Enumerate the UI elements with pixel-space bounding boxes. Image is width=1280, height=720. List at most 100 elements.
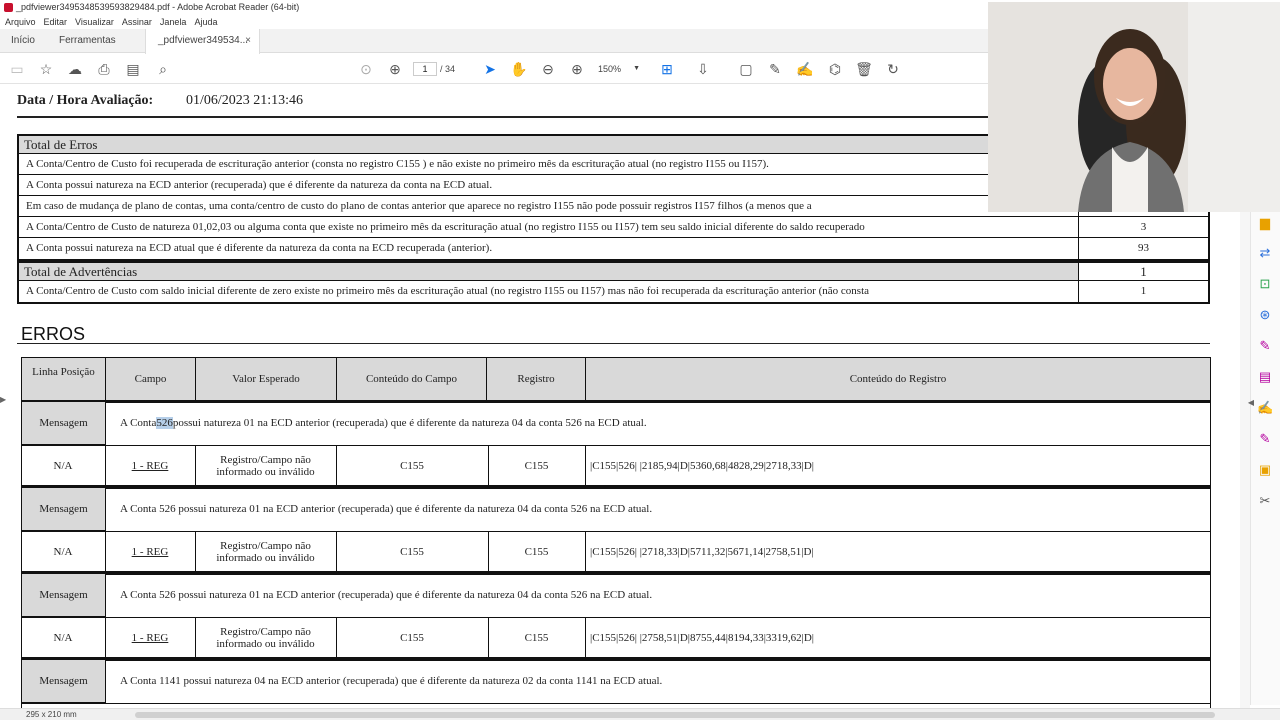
warnings-summary-header: Total de Advertências 1 [19, 263, 1208, 281]
summary-row: A Conta/Centro de Custo de natureza 01,0… [19, 217, 1208, 238]
cell-conteudo-registro: |C155|526| |2718,33|D|5711,32|5671,14|27… [590, 546, 814, 558]
evaluation-datetime-value: 01/06/2023 21:13:46 [186, 93, 304, 108]
warnings-summary-title: Total de Advertências [24, 264, 138, 279]
divider [17, 343, 1210, 344]
message-text: A Conta 526 possui natureza 01 na ECD an… [120, 589, 653, 601]
save-icon[interactable]: ▭ [7, 59, 27, 79]
zoom-search-icon[interactable]: ⌕ [153, 59, 173, 79]
menu-editar[interactable]: Editar [40, 15, 72, 29]
protect-icon[interactable]: ✎ [1257, 431, 1273, 447]
webcam-video-overlay [988, 2, 1280, 212]
cell-registro: C155 [488, 531, 586, 573]
right-tools-panel: ▆ ⇄ ⊡ ⊛ ✎ ▤ ✍ ✎ ▣ ✂ ◀ [1248, 205, 1280, 705]
section-title-erros: ERROS [21, 324, 86, 344]
document-search-icon[interactable]: ⎙ [94, 59, 114, 79]
fill-sign-icon[interactable]: ✎ [1257, 338, 1273, 354]
page-total: / 34 [440, 64, 456, 74]
summary-row: A Conta/Centro de Custo com saldo inicia… [19, 281, 1208, 302]
select-cursor-icon[interactable]: ➤ [480, 59, 500, 79]
delete-icon[interactable]: 🗑 [854, 59, 874, 79]
highlighted-text: 526 [156, 417, 173, 429]
comment-tool-icon[interactable]: ▆ [1257, 215, 1273, 231]
message-label: Mensagem [21, 487, 106, 531]
menu-arquivo[interactable]: Arquivo [0, 15, 40, 29]
header-registro: Registro [486, 357, 586, 401]
cell-campo-link[interactable]: 1 - REG [105, 445, 196, 487]
message-label: Mensagem [21, 573, 106, 617]
message-label: Mensagem [21, 401, 106, 445]
page-down-icon[interactable]: ⊕ [385, 59, 405, 79]
cell-registro: C155 [488, 445, 586, 487]
menu-janela[interactable]: Janela [156, 15, 191, 29]
horizontal-scrollbar[interactable] [135, 712, 1215, 718]
scan-ocr-icon[interactable]: ▣ [1257, 462, 1273, 478]
presenter-video-image [988, 2, 1280, 212]
page-dimensions: 295 x 210 mm [26, 710, 77, 719]
cell-conteudo-campo: C155 [336, 617, 489, 659]
summary-row: A Conta possui natureza na ECD atual que… [19, 238, 1208, 259]
message-text: A Conta 526 possui natureza 01 na ECD an… [120, 503, 653, 515]
warnings-summary-table: Total de Advertências 1 A Conta/Centro de… [17, 261, 1210, 304]
zoom-out-icon[interactable]: ⊖ [538, 59, 558, 79]
message-label: Mensagem [21, 659, 106, 703]
zoom-value: 150% [598, 64, 622, 74]
cell-linha: N/A [21, 531, 106, 573]
page-number-input[interactable]: 1 [413, 62, 437, 76]
cell-linha: N/A [21, 617, 106, 659]
print-icon[interactable]: ▤ [123, 59, 143, 79]
hand-tool-icon[interactable]: ✋ [509, 59, 529, 79]
zoom-select[interactable]: 150% ▼ [598, 62, 642, 76]
menu-ajuda[interactable]: Ajuda [190, 15, 221, 29]
send-for-signature-icon[interactable]: ✍ [1257, 400, 1273, 416]
combine-files-icon[interactable]: ⊛ [1257, 307, 1273, 323]
tab-tools[interactable]: Ferramentas [59, 29, 116, 53]
sign-icon[interactable]: ✍ [795, 59, 815, 79]
menu-assinar[interactable]: Assinar [118, 15, 156, 29]
fit-page-icon[interactable]: ⊞ [657, 59, 677, 79]
header-campo: Campo [105, 357, 196, 401]
zoom-in-icon[interactable]: ⊕ [567, 59, 587, 79]
cell-valor-esperado: Registro/Campo não informado ou inválido [195, 445, 337, 487]
header-conteudo-campo: Conteúdo do Campo [336, 357, 487, 401]
message-text: A Conta 1141 possui natureza 04 na ECD a… [120, 675, 663, 687]
cell-valor-esperado: Registro/Campo não informado ou inválido [195, 617, 337, 659]
tab-home[interactable]: Início [11, 29, 35, 53]
close-tab-icon[interactable]: × [245, 29, 251, 53]
tab-document[interactable]: _pdfviewer349534... × [145, 29, 260, 54]
star-icon[interactable]: ☆ [36, 59, 56, 79]
create-pdf-icon[interactable]: ⊡ [1257, 276, 1273, 292]
collapse-right-panel-icon[interactable]: ◀ [1243, 395, 1259, 411]
cell-conteudo-registro: |C155|526| |2758,51|D|8755,44|8194,33|33… [590, 632, 814, 644]
header-linha-posicao: Linha Posição [21, 357, 106, 401]
organize-pages-icon[interactable]: ▤ [1257, 369, 1273, 385]
page-up-icon[interactable]: ⊙ [356, 59, 376, 79]
tab-document-label: _pdfviewer349534... [158, 35, 249, 46]
more-tools-icon[interactable]: ✂ [1257, 493, 1273, 509]
cell-conteudo-registro: |C155|526| |2185,94|D|5360,68|4828,29|27… [590, 460, 814, 472]
comment-icon[interactable]: ▢ [736, 59, 756, 79]
cell-campo-link[interactable]: 1 - REG [105, 531, 196, 573]
cell-conteudo-campo: C155 [336, 531, 489, 573]
status-bar: 295 x 210 mm [0, 708, 1280, 720]
menu-visualizar[interactable]: Visualizar [71, 15, 118, 29]
window-title: _pdfviewer34953485395938294​84.pdf - Ado… [16, 2, 300, 12]
export-pdf-icon[interactable]: ⇄ [1257, 245, 1273, 261]
header-conteudo-registro: Conteúdo do Registro [585, 357, 1211, 401]
cloud-upload-icon[interactable]: ☁ [65, 59, 85, 79]
cell-campo-link[interactable]: 1 - REG [105, 617, 196, 659]
highlight-pen-icon[interactable]: ✎ [765, 59, 785, 79]
edit-pdf-icon[interactable]: ⌬ [825, 59, 845, 79]
scroll-mode-icon[interactable]: ⇩ [693, 59, 713, 79]
cell-linha: N/A [21, 445, 106, 487]
warnings-count: 1 [1078, 263, 1208, 280]
divider [21, 703, 1211, 704]
header-valor-esperado: Valor Esperado [195, 357, 337, 401]
collapse-left-panel-icon[interactable]: ▶ [0, 395, 6, 404]
chevron-down-icon: ▼ [633, 65, 640, 72]
acrobat-app-icon [4, 3, 13, 12]
message-text: A Conta 526 possui natureza 01 na ECD an… [120, 417, 647, 429]
cell-registro: C155 [488, 617, 586, 659]
evaluation-datetime-label: Data / Hora Avaliação: [17, 93, 154, 108]
cell-conteudo-campo: C155 [336, 445, 489, 487]
rotate-icon[interactable]: ↻ [883, 59, 903, 79]
